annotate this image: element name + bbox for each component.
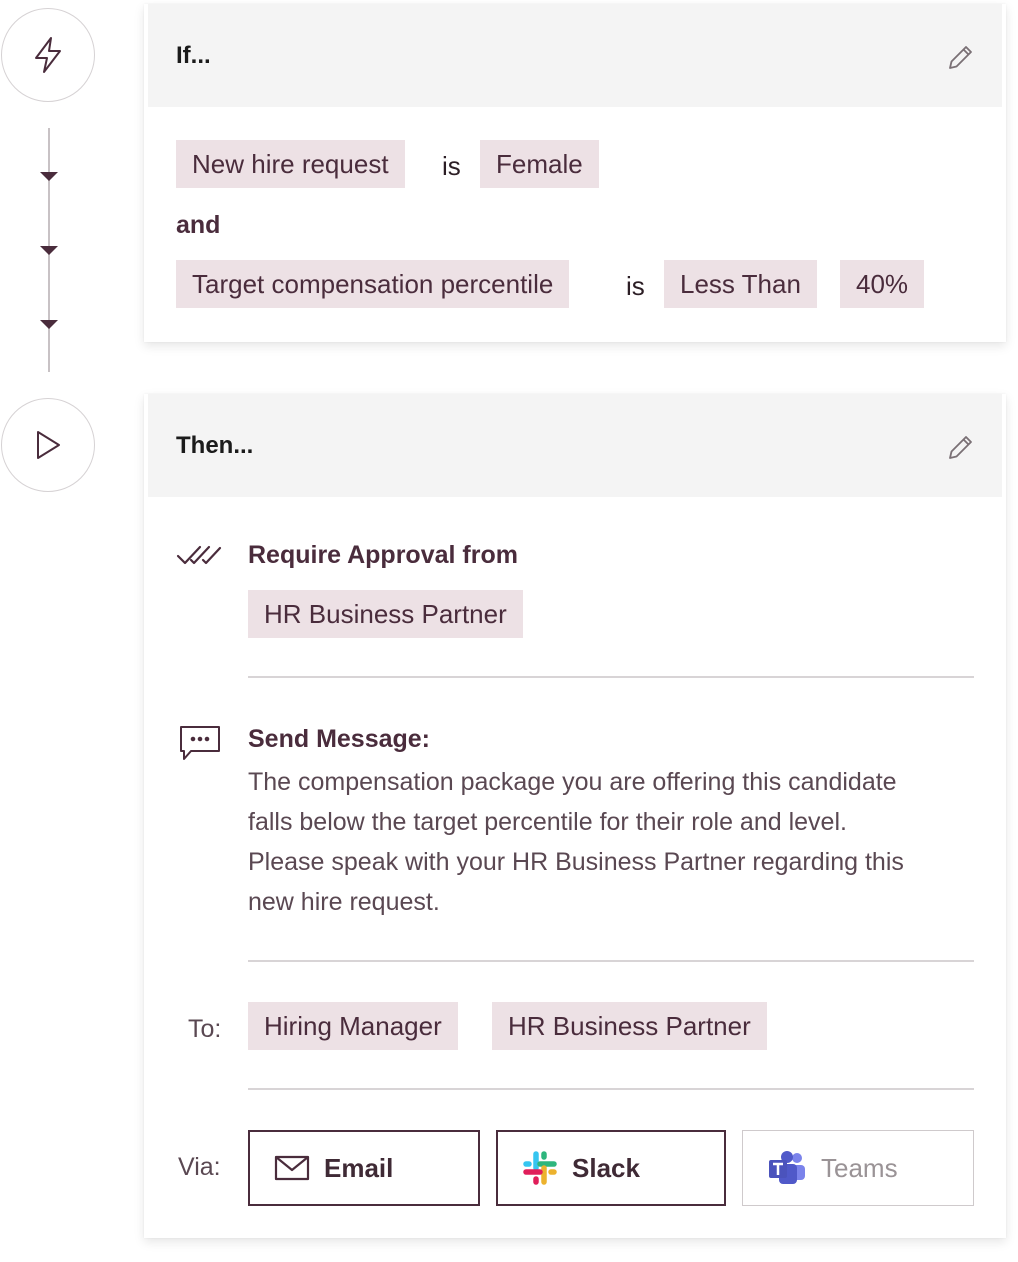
condition-conjunction: and [176, 211, 221, 239]
edit-action-button[interactable] [946, 432, 976, 462]
teams-channel-button[interactable]: Teams [742, 1130, 974, 1206]
action-step-icon [1, 398, 95, 492]
action-card: Then... Require Approval from HR Busines… [144, 394, 1006, 1238]
trigger-step-icon [1, 8, 95, 102]
condition-field-chip[interactable]: New hire request [176, 140, 405, 188]
action-card-title: Then... [176, 431, 254, 459]
message-body: The compensation package you are offerin… [248, 768, 904, 916]
mail-icon [274, 1155, 310, 1181]
pencil-icon [949, 46, 972, 69]
edit-condition-button[interactable] [946, 42, 976, 72]
teams-channel-label: Teams [821, 1152, 898, 1183]
double-check-icon [176, 545, 222, 565]
pencil-icon [949, 436, 972, 459]
action-card-header: Then... [148, 394, 1002, 497]
recipient-chip[interactable]: Hiring Manager [248, 1002, 458, 1050]
condition-card-header: If... [148, 4, 1002, 107]
message-icon [180, 726, 220, 760]
email-channel-label: Email [324, 1152, 394, 1183]
recipients-label: To: [188, 1015, 222, 1043]
condition-card: If... New hire request is Female and Tar… [144, 4, 1006, 342]
message-label: Send Message: [248, 725, 431, 753]
condition-operator: is [626, 271, 645, 301]
lightning-icon [35, 37, 61, 73]
channels-label: Via: [178, 1153, 221, 1181]
condition-value-chip[interactable]: 40% [840, 260, 925, 308]
slack-channel-button[interactable]: Slack [496, 1130, 726, 1206]
recipient-chip[interactable]: HR Business Partner [492, 1002, 767, 1050]
rail-arrow [40, 320, 58, 329]
divider [248, 676, 974, 678]
teams-icon [769, 1151, 805, 1184]
play-icon [37, 431, 60, 459]
condition-card-title: If... [176, 41, 211, 69]
condition-field-chip[interactable]: Target compensation percentile [176, 260, 570, 308]
condition-comparator-chip[interactable]: Less Than [664, 260, 817, 308]
slack-channel-label: Slack [572, 1152, 640, 1183]
approval-label: Require Approval from [248, 541, 518, 569]
divider [248, 960, 974, 962]
rail-arrow [40, 246, 58, 255]
approver-chip[interactable]: HR Business Partner [248, 590, 523, 638]
email-channel-button[interactable]: Email [248, 1130, 480, 1206]
slack-icon [523, 1151, 557, 1185]
divider [248, 1088, 974, 1090]
rail-arrow [40, 172, 58, 181]
condition-value-chip[interactable]: Female [480, 140, 599, 188]
condition-operator: is [442, 151, 461, 181]
